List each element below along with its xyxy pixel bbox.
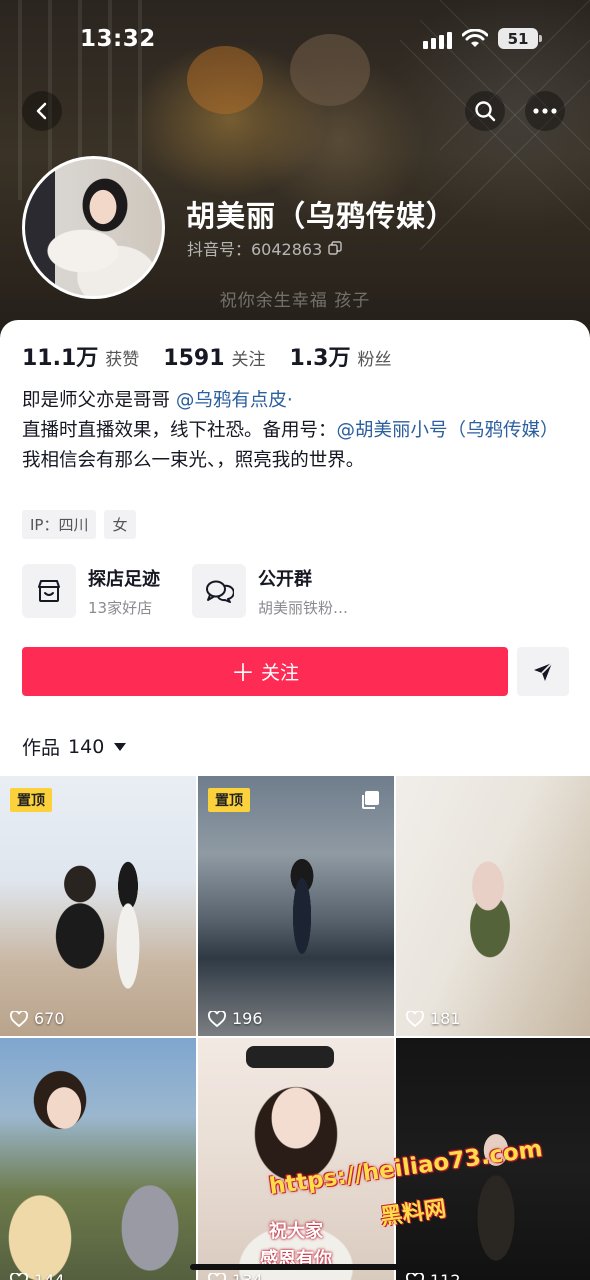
bio-mention-link[interactable]: @胡美丽小号（乌鸦传媒） xyxy=(337,420,559,441)
video-grid: 置顶 670 置顶 196 181 祝大家 感恩有你 xyxy=(0,776,590,1280)
caret-down-icon xyxy=(114,742,127,751)
video-caption: 祝大家 xyxy=(269,1221,323,1242)
bio-line: 直播时直播效果，线下社恐。备用号：@胡美丽小号（乌鸦传媒） xyxy=(22,416,570,446)
stat-value: 1591 xyxy=(163,346,225,371)
video-likes: 144 xyxy=(10,1271,65,1280)
shop-icon xyxy=(22,564,76,618)
likes-count: 670 xyxy=(34,1009,65,1028)
card-subtitle: 13家好店 xyxy=(88,598,153,617)
video-likes: 670 xyxy=(10,1009,65,1028)
search-button[interactable] xyxy=(465,91,505,131)
video-tile[interactable]: 置顶 670 xyxy=(0,776,196,1036)
send-message-button[interactable] xyxy=(517,647,569,696)
copy-icon[interactable] xyxy=(328,241,342,255)
heart-icon xyxy=(10,1010,28,1027)
heart-icon xyxy=(208,1010,226,1027)
action-row: ＋ 关注 xyxy=(22,647,569,696)
likes-count: 144 xyxy=(34,1271,65,1280)
video-tile[interactable]: 144 xyxy=(0,1038,196,1280)
stat-value: 11.1万 xyxy=(22,346,99,371)
search-icon xyxy=(475,101,496,122)
send-icon xyxy=(534,661,553,681)
video-likes: 196 xyxy=(208,1009,263,1028)
heart-icon xyxy=(208,1272,226,1280)
stat-followers[interactable]: 1.3万 粉丝 xyxy=(290,340,392,372)
account-id-text: 抖音号：6042863 xyxy=(187,240,323,259)
video-likes: 112 xyxy=(406,1271,461,1280)
bio-line: 我相信会有那么一束光、，照亮我的世界。 xyxy=(22,446,570,476)
avatar[interactable] xyxy=(22,156,165,299)
more-button[interactable] xyxy=(525,91,565,131)
bio-mention-link[interactable]: @乌鸦有点皮· xyxy=(176,390,293,411)
pinned-badge: 置顶 xyxy=(10,788,52,812)
works-tab[interactable]: 作品 140 xyxy=(22,733,127,760)
follow-label: 关注 xyxy=(260,662,299,684)
tag-ip-location: IP：四川 xyxy=(22,510,97,539)
profile-nickname: 胡美丽（乌鸦传媒） xyxy=(186,199,457,233)
bio-text: 直播时直播效果，线下社恐。备用号： xyxy=(22,420,337,441)
stat-label: 粉丝 xyxy=(357,350,392,370)
cellular-signal-icon xyxy=(423,29,452,49)
profile-tags: IP：四川 女 xyxy=(22,510,136,539)
stat-label: 关注 xyxy=(231,350,266,370)
card-public-group[interactable]: 公开群 胡美丽铁粉… xyxy=(192,564,348,618)
heart-icon xyxy=(10,1272,28,1280)
card-title: 探店足迹 xyxy=(88,568,160,590)
tag-gender: 女 xyxy=(104,510,136,539)
video-likes: 181 xyxy=(406,1009,461,1028)
likes-count: 112 xyxy=(430,1271,461,1280)
chevron-left-icon xyxy=(36,102,47,120)
likes-count: 181 xyxy=(430,1009,461,1028)
video-tile[interactable]: 置顶 196 xyxy=(198,776,394,1036)
stat-value: 1.3万 xyxy=(289,346,351,371)
card-title: 公开群 xyxy=(258,568,312,590)
home-indicator[interactable] xyxy=(190,1264,400,1270)
video-tile[interactable]: 181 xyxy=(396,776,590,1036)
status-icons: 51 xyxy=(423,28,542,49)
chat-bubbles-icon xyxy=(192,564,246,618)
multi-image-icon xyxy=(362,791,379,809)
battery-icon: 51 xyxy=(498,28,542,49)
follow-button[interactable]: ＋ 关注 xyxy=(22,647,508,696)
card-subtitle: 胡美丽铁粉… xyxy=(258,598,349,617)
stat-label: 获赞 xyxy=(105,350,140,370)
wifi-icon xyxy=(462,28,488,47)
feature-cards: 探店足迹 13家好店 公开群 胡美丽铁粉… xyxy=(22,564,348,618)
account-id[interactable]: 抖音号：6042863 xyxy=(187,236,342,260)
heart-icon xyxy=(406,1272,424,1280)
heart-icon xyxy=(406,1010,424,1027)
works-tab-label: 作品 xyxy=(22,737,61,759)
status-bar: 13:32 51 xyxy=(0,0,590,80)
bio-line: 即是师父亦是哥哥 @乌鸦有点皮· xyxy=(22,386,570,416)
profile-bio: 即是师父亦是哥哥 @乌鸦有点皮· 直播时直播效果，线下社恐。备用号：@胡美丽小号… xyxy=(22,386,570,476)
stat-following[interactable]: 1591 关注 xyxy=(163,345,265,371)
bio-text: 即是师父亦是哥哥 xyxy=(22,390,176,411)
sunglasses-graphic xyxy=(246,1046,334,1068)
pinned-badge: 置顶 xyxy=(208,788,250,812)
stats-row: 11.1万 获赞 1591 关注 1.3万 粉丝 xyxy=(22,340,416,372)
likes-count: 134 xyxy=(232,1271,263,1280)
profile-sheet: 11.1万 获赞 1591 关注 1.3万 粉丝 即是师父亦是哥哥 @乌鸦有点皮… xyxy=(0,320,590,1280)
video-likes: 134 xyxy=(208,1271,263,1280)
more-dots-icon xyxy=(533,108,557,114)
stat-likes[interactable]: 11.1万 获赞 xyxy=(22,340,139,372)
status-time: 13:32 xyxy=(80,26,156,52)
video-tile[interactable]: 祝大家 感恩有你 134 xyxy=(198,1038,394,1280)
plus-icon: ＋ xyxy=(230,659,255,687)
likes-count: 196 xyxy=(232,1009,263,1028)
bio-text: 我相信会有那么一束光、，照亮我的世界。 xyxy=(22,450,365,471)
works-count: 140 xyxy=(68,735,105,758)
back-button[interactable] xyxy=(22,91,62,131)
card-shop-visits[interactable]: 探店足迹 13家好店 xyxy=(22,564,160,618)
